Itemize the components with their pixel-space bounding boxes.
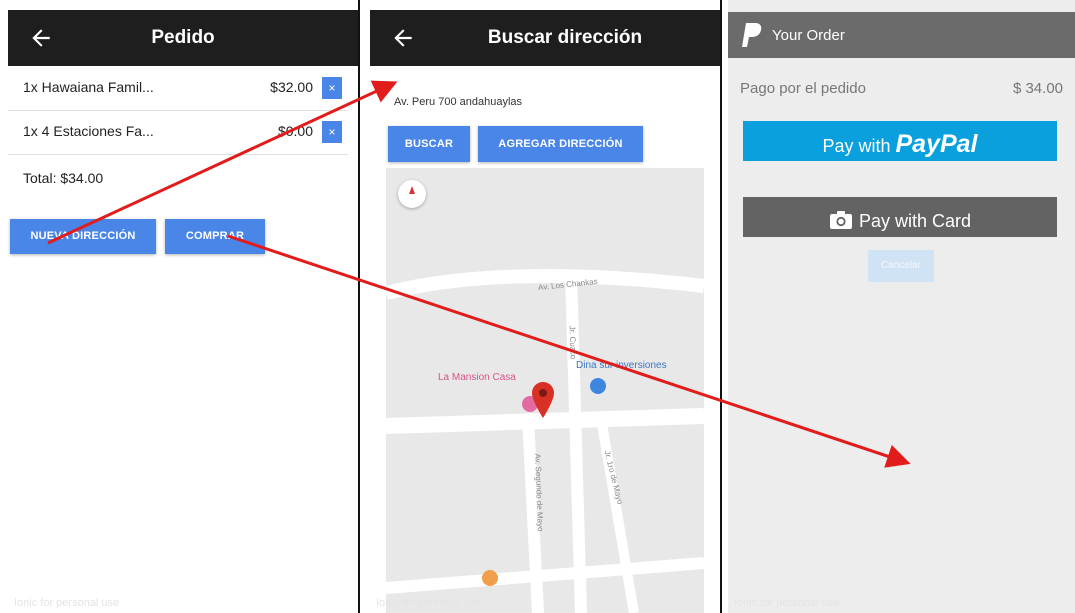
paypal-logo-icon: [742, 23, 762, 47]
order-item-price: $0.00: [277, 123, 313, 139]
address-search-screen: Buscar dirección Av. Peru 700 andahuayla…: [370, 0, 720, 613]
buy-button[interactable]: COMPRAR: [165, 219, 265, 254]
order-item-name: 1x Hawaiana Famil...: [23, 79, 154, 95]
address-appbar: Buscar dirección: [370, 10, 720, 66]
address-title: Buscar dirección: [487, 27, 643, 48]
search-button[interactable]: BUSCAR: [388, 126, 470, 162]
footer-watermark: Ionic for personal use: [734, 597, 840, 609]
pay-with-card-button[interactable]: Pay with Card: [743, 197, 1057, 237]
order-item: 1x Hawaiana Famil... $32.00 ×: [8, 66, 348, 111]
cancel-button[interactable]: Cancelar: [868, 250, 934, 282]
map-poi-label: Dina sur inversiones: [576, 360, 667, 371]
paypal-header: Your Order: [728, 12, 1075, 58]
order-item-price: $32.00: [270, 79, 313, 95]
pay-amount: $ 34.00: [1012, 80, 1063, 97]
address-input[interactable]: Av. Peru 700 andahuaylas: [394, 96, 522, 108]
order-item-name: 1x 4 Estaciones Fa...: [23, 123, 154, 139]
paypal-button-lead: Pay with: [822, 136, 896, 156]
camera-icon: [829, 211, 852, 229]
map-view[interactable]: Av. Los Chankas Jr. Cuzco La Mansion Cas…: [386, 168, 704, 613]
order-screen: Pedido 1x Hawaiana Famil... $32.00 × 1x …: [8, 0, 358, 613]
payment-screen: Your Order Pago por el pedido $ 34.00 Pa…: [728, 0, 1075, 613]
poi-marker-icon[interactable]: [590, 378, 606, 394]
pay-with-paypal-button[interactable]: Pay with PayPal: [743, 121, 1057, 161]
new-address-button[interactable]: NUEVA DIRECCIÓN: [10, 219, 156, 254]
map-street-label: Jr. Cuzco: [567, 325, 578, 360]
paypal-brand-text: PayPal: [895, 130, 978, 158]
footer-watermark: Ionic for personal use: [14, 597, 120, 609]
panel-divider: [358, 0, 360, 613]
pay-label: Pago por el pedido: [740, 80, 866, 97]
order-item: 1x 4 Estaciones Fa... $0.00 ×: [8, 110, 348, 155]
card-button-label: Pay with Card: [858, 211, 972, 231]
footer-watermark: Ionic for personal use: [376, 597, 482, 609]
map-poi-label: La Mansion Casa: [438, 372, 516, 383]
panel-divider: [720, 0, 722, 613]
location-pin-icon[interactable]: [532, 382, 554, 418]
order-title: Pedido: [151, 27, 215, 48]
compass-icon[interactable]: [398, 180, 426, 208]
your-order-title: Your Order: [772, 27, 845, 44]
order-total: Total: $34.00: [23, 170, 104, 186]
order-appbar: Pedido: [8, 10, 358, 66]
restaurant-marker-icon[interactable]: [482, 570, 498, 586]
remove-item-button[interactable]: ×: [322, 77, 342, 99]
remove-item-button[interactable]: ×: [322, 121, 342, 143]
add-address-button[interactable]: AGREGAR DIRECCIÓN: [478, 126, 643, 162]
